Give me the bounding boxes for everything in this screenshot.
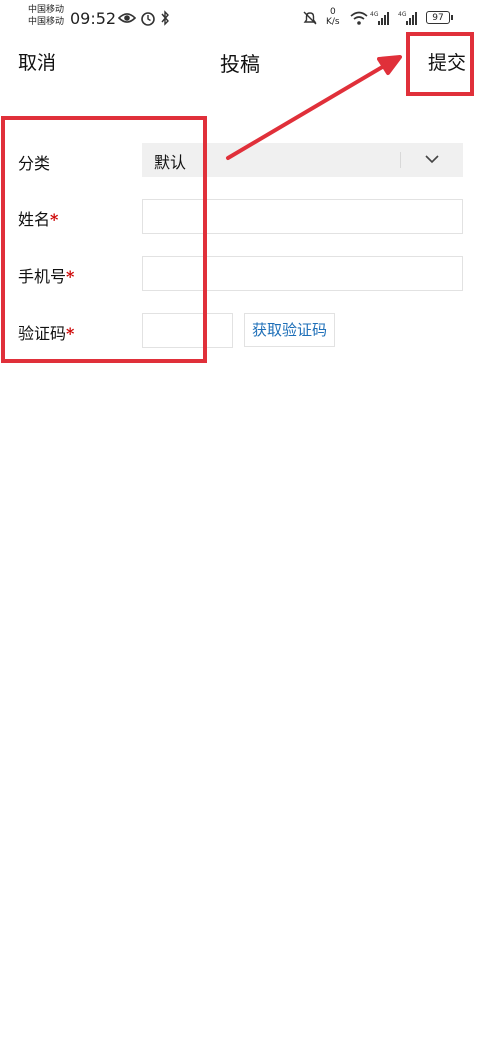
annotation-arrow (226, 55, 402, 160)
